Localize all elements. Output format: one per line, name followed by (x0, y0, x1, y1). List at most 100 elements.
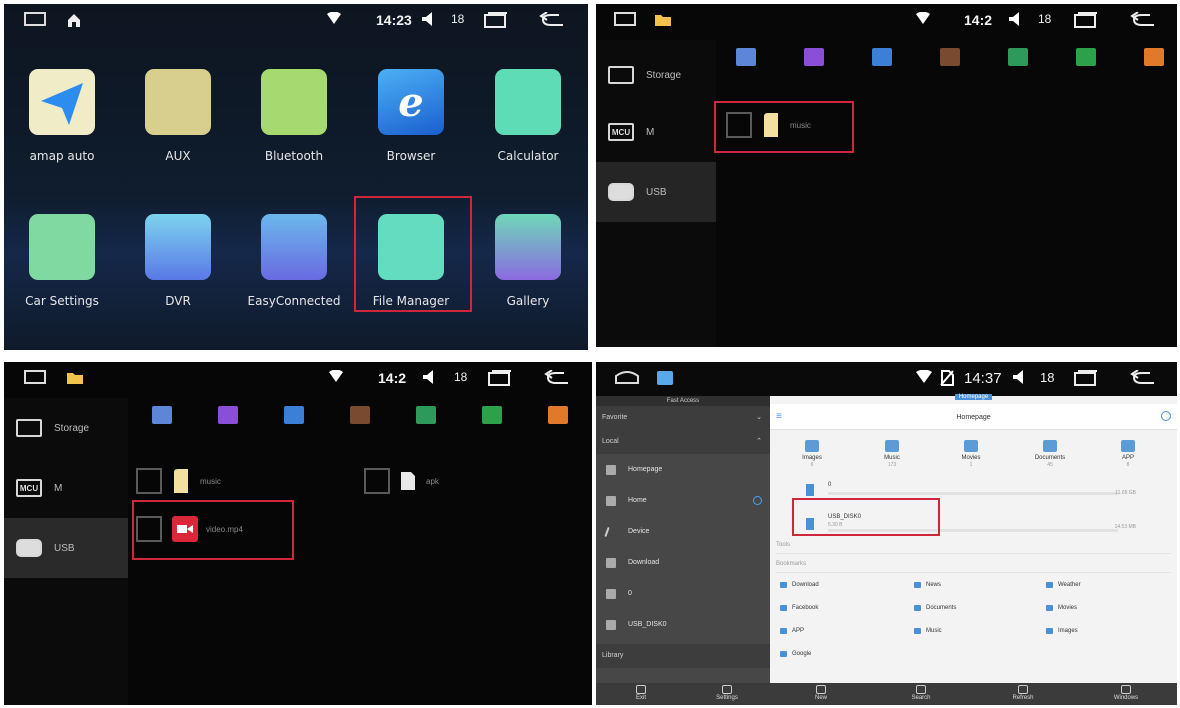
category-docs[interactable] (474, 406, 510, 428)
category-video[interactable] (932, 48, 968, 70)
bookmark-documents[interactable]: Documents (914, 605, 956, 611)
section-local[interactable]: Local ⌃ (596, 430, 770, 454)
recent-apps-icon[interactable] (614, 12, 636, 26)
tab-homepage[interactable]: Homepage (770, 394, 1177, 402)
file-manager-usb-panel: 14:2 18 Storage MCU M USB music video.mp… (4, 362, 592, 705)
multi-window-icon[interactable] (1074, 12, 1098, 28)
local-item-homepage[interactable]: Homepage (596, 454, 770, 485)
app-browser[interactable]: e Browser (361, 69, 461, 163)
multi-window-icon[interactable] (1074, 370, 1098, 386)
search-button[interactable]: Search (896, 685, 946, 701)
category-images[interactable] (210, 406, 246, 428)
settings-button[interactable]: Settings (702, 685, 752, 701)
app-aux[interactable]: AUX (128, 69, 228, 163)
back-icon[interactable] (1130, 12, 1156, 28)
recent-apps-icon[interactable] (24, 370, 46, 384)
back-icon[interactable] (1130, 370, 1156, 386)
section-library[interactable]: Library (596, 644, 770, 668)
volume-icon[interactable] (1012, 370, 1026, 384)
bookmark-news[interactable]: News (914, 582, 941, 588)
bookmark-movies[interactable]: Movies (1046, 605, 1077, 611)
sidebar-item-mcu[interactable]: MCU M (4, 458, 128, 518)
sidebar-item-storage[interactable]: Storage (596, 45, 716, 105)
quick-movies[interactable]: Movies 1 (941, 440, 1001, 468)
bookmark-facebook[interactable]: Facebook (780, 605, 818, 611)
refresh-button[interactable]: Refresh (998, 685, 1048, 701)
google-icon (780, 651, 787, 657)
volume-icon[interactable] (1008, 12, 1022, 26)
app-gallery[interactable]: Gallery (478, 214, 578, 308)
category-images[interactable] (796, 48, 832, 70)
app-car-settings[interactable]: Car Settings (12, 214, 112, 308)
multi-window-icon[interactable] (484, 12, 508, 28)
folder-icon[interactable] (654, 12, 672, 27)
app-bluetooth[interactable]: Bluetooth (244, 69, 344, 163)
bookmark-download[interactable]: Download (780, 582, 819, 588)
local-item-home[interactable]: Home (596, 485, 770, 516)
exit-button[interactable]: Exit (616, 685, 666, 701)
volume-icon[interactable] (422, 370, 436, 384)
select-checkbox[interactable] (136, 468, 162, 494)
category-music[interactable] (276, 406, 312, 428)
bookmark-label: Images (1058, 628, 1078, 634)
sidebar-item-label: USB (646, 186, 667, 198)
back-icon[interactable] (539, 12, 565, 28)
section-tools[interactable]: Tools (776, 542, 1171, 554)
category-docs[interactable] (1068, 48, 1104, 70)
file-item-music-folder[interactable]: music (136, 468, 221, 494)
file-item-apk[interactable]: apk (364, 468, 439, 494)
refresh-icon[interactable] (753, 496, 762, 505)
local-item-0[interactable]: 0 (596, 578, 770, 609)
local-item-usb-disk0[interactable]: USB_DISK0 (596, 609, 770, 640)
bookmark-app[interactable]: APP (780, 628, 804, 634)
local-item-device[interactable]: Device (596, 516, 770, 547)
category-video[interactable] (342, 406, 378, 428)
app-easyconnected[interactable]: EasyConnected (244, 214, 344, 308)
quick-images[interactable]: Images 6 (782, 440, 842, 468)
volume-icon[interactable] (421, 12, 435, 26)
select-checkbox[interactable] (364, 468, 390, 494)
es-file-explorer-panel: 14:37 18 Fast Access Favorite ⌄ Local ⌃ Ho… (596, 362, 1177, 705)
quick-app[interactable]: APP 8 (1098, 440, 1158, 468)
item-label: 0 (628, 590, 632, 597)
category-zip[interactable] (1136, 48, 1172, 70)
home-icon[interactable] (66, 12, 82, 28)
multi-window-icon[interactable] (488, 370, 512, 386)
bookmark-images[interactable]: Images (1046, 628, 1078, 634)
sidebar-item-storage[interactable]: Storage (4, 398, 128, 458)
category-all[interactable] (728, 48, 764, 70)
item-label: Home (628, 497, 647, 504)
clock: 14:37 (964, 370, 1002, 387)
sidebar-item-usb[interactable]: USB (596, 162, 716, 222)
folder-icon[interactable] (66, 370, 84, 385)
sidebar-item-label: M (646, 126, 655, 138)
app-dvr[interactable]: DVR (128, 214, 228, 308)
quick-documents[interactable]: Documents 45 (1020, 440, 1080, 468)
section-bookmarks[interactable]: Bookmarks (776, 561, 1171, 573)
category-zip[interactable] (540, 406, 576, 428)
back-icon[interactable] (544, 370, 570, 386)
sidebar-item-mcu[interactable]: MCU M (596, 102, 716, 162)
windows-button[interactable]: Windows (1101, 685, 1151, 701)
app-calculator[interactable]: Calculator (478, 69, 578, 163)
document-icon (1043, 440, 1057, 452)
es-app-icon[interactable] (656, 370, 674, 386)
category-music[interactable] (864, 48, 900, 70)
local-item-download[interactable]: Download (596, 547, 770, 578)
plus-icon (816, 685, 826, 694)
recent-apps-icon[interactable] (24, 12, 46, 26)
bookmark-google[interactable]: Google (780, 651, 811, 657)
category-apk[interactable] (408, 406, 444, 428)
sidebar-item-usb[interactable]: USB (4, 518, 128, 578)
sidebar-item-label: USB (54, 542, 75, 554)
bookmark-music[interactable]: Music (914, 628, 942, 634)
bookmark-weather[interactable]: Weather (1046, 582, 1081, 588)
home-icon[interactable] (614, 370, 640, 384)
close-tab-icon[interactable] (1161, 411, 1171, 421)
section-favorite[interactable]: Favorite ⌄ (596, 406, 770, 430)
new-button[interactable]: New (796, 685, 846, 701)
quick-music[interactable]: Music 173 (862, 440, 922, 468)
app-amap-auto[interactable]: amap auto (12, 69, 112, 163)
category-all[interactable] (144, 406, 180, 428)
category-apk[interactable] (1000, 48, 1036, 70)
